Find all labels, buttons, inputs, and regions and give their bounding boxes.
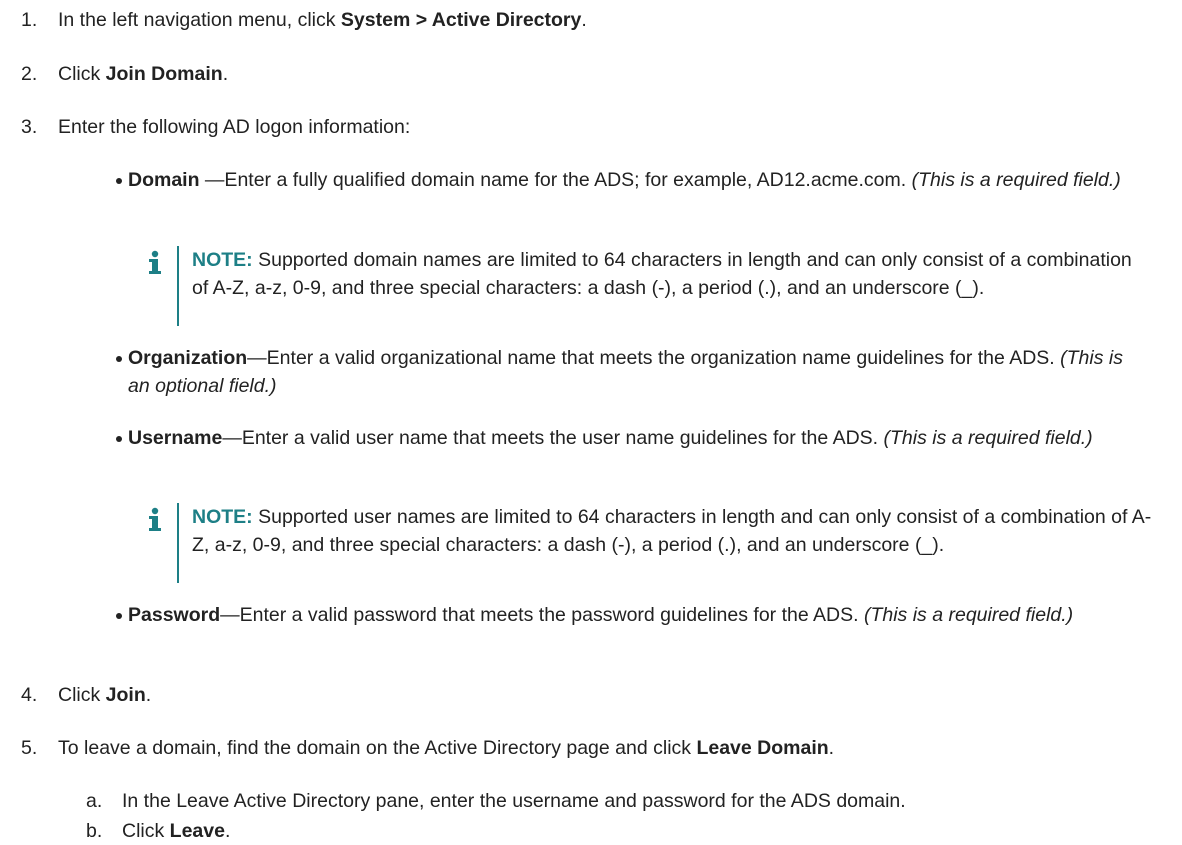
- field-name: Domain: [128, 169, 200, 191]
- leave-label: Leave: [169, 820, 225, 842]
- note-divider: [177, 246, 179, 326]
- bullet-icon: [116, 356, 122, 362]
- field-name: Password: [128, 604, 221, 626]
- document: 1. In the left navigation menu, click Sy…: [0, 0, 1182, 845]
- step-number: 2.: [21, 63, 38, 85]
- join-label: Join: [105, 684, 146, 706]
- step-text: Enter the following AD logon information…: [58, 116, 411, 138]
- bullet-icon: [116, 613, 122, 619]
- note-divider: [177, 503, 179, 583]
- substep-letter: a.: [86, 790, 103, 812]
- note-text: NOTE: Supported user names are limited t…: [192, 506, 1152, 556]
- note-text: NOTE: Supported domain names are limited…: [192, 249, 1132, 299]
- step-number: 5.: [21, 737, 38, 759]
- substep-text: Click Leave.: [122, 820, 231, 842]
- info-icon: [149, 507, 161, 531]
- step-text: To leave a domain, find the domain on th…: [58, 737, 835, 759]
- field-description: Password—Enter a valid password that mee…: [128, 604, 1074, 626]
- field-name: Username: [128, 427, 223, 449]
- field-description: Organization—Enter a valid organizationa…: [128, 347, 1123, 397]
- leave-domain-label: Leave Domain: [696, 737, 829, 759]
- field-requirement: (This is a required field.): [863, 604, 1074, 626]
- field-description: Domain —Enter a fully qualified domain n…: [128, 169, 1121, 191]
- step-text: Click Join.: [58, 684, 152, 706]
- bullet-icon: [116, 178, 122, 184]
- field-description: Username—Enter a valid user name that me…: [128, 427, 1093, 449]
- step-number: 1.: [21, 9, 38, 31]
- substep-text: In the Leave Active Directory pane, ente…: [122, 790, 906, 812]
- info-icon: [149, 250, 161, 274]
- note-label: NOTE:: [192, 249, 253, 271]
- field-requirement: (This is a required field.): [911, 169, 1121, 191]
- join-domain-label: Join Domain: [105, 63, 223, 85]
- step-text: Click Join Domain.: [58, 63, 229, 85]
- field-name: Organization: [128, 347, 248, 369]
- step-number: 3.: [21, 116, 38, 138]
- step-text: In the left navigation menu, click Syste…: [58, 9, 587, 31]
- note-label: NOTE:: [192, 506, 253, 528]
- step-number: 4.: [21, 684, 38, 706]
- field-requirement: (This is a required field.): [883, 427, 1093, 449]
- menu-path: System > Active Directory: [340, 9, 582, 31]
- bullet-icon: [116, 436, 122, 442]
- substep-letter: b.: [86, 820, 103, 842]
